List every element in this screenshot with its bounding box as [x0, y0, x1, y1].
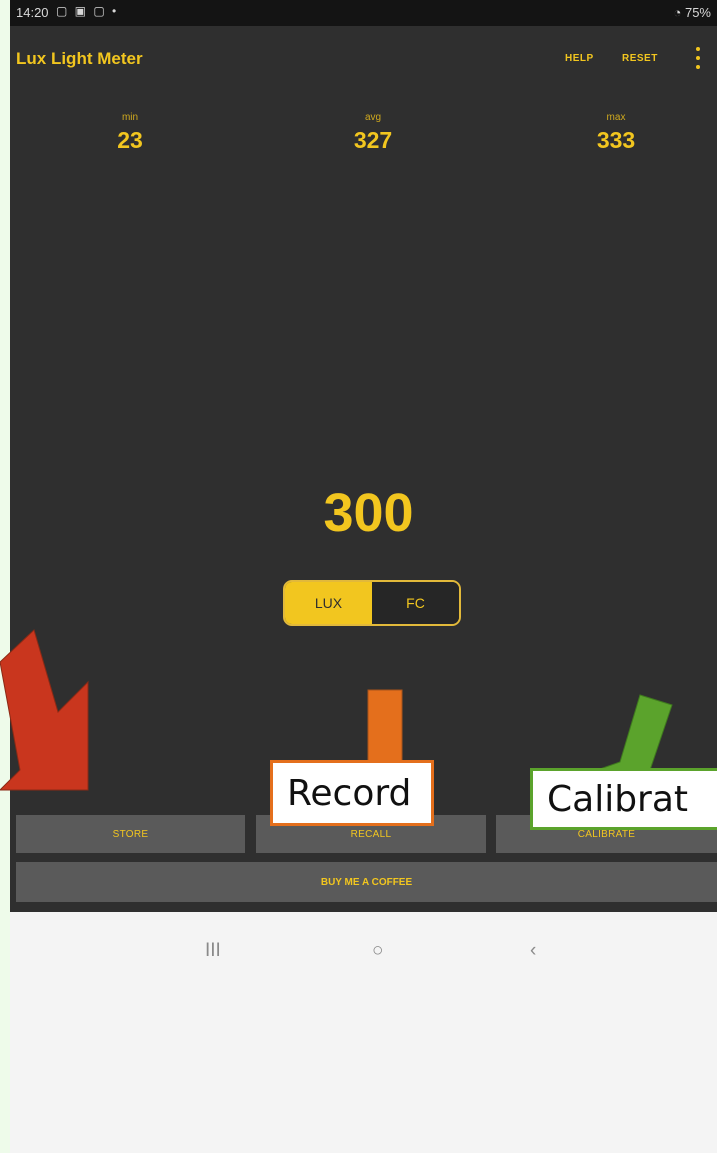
callout-record: Record [270, 760, 434, 826]
annotation-arrows [0, 629, 673, 816]
callout-calibrate: Calibrat [530, 768, 717, 830]
store-arrow-icon [0, 629, 89, 791]
